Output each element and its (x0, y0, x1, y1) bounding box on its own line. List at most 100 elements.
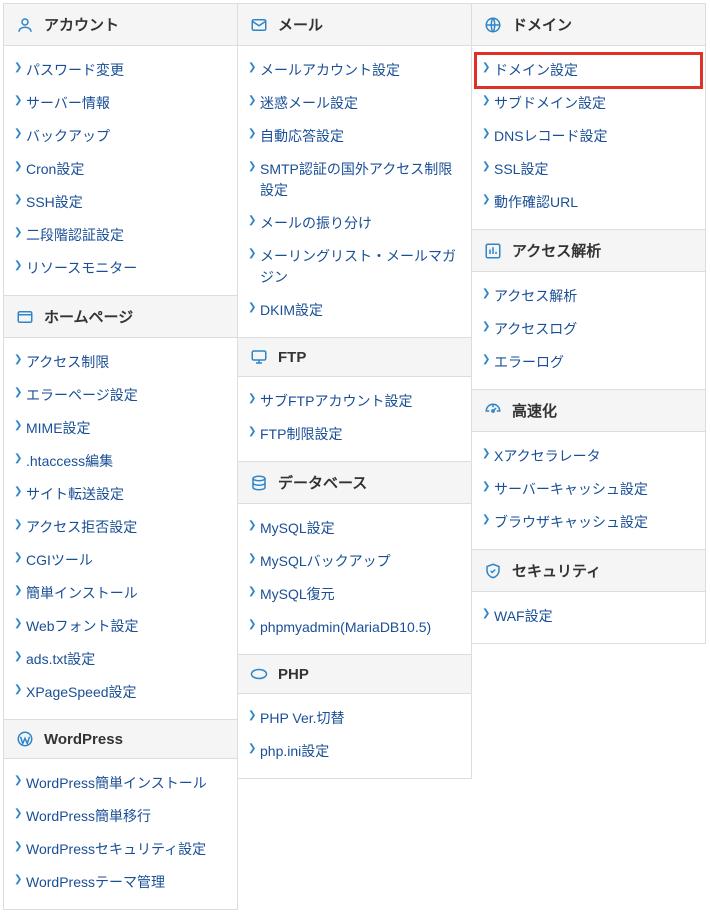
settings-link[interactable]: phpmyadmin(MariaDB10.5) (260, 619, 431, 635)
panel-title: データベース (278, 472, 367, 493)
settings-link[interactable]: XPageSpeed設定 (26, 684, 137, 700)
settings-link[interactable]: PHP Ver.切替 (260, 710, 345, 726)
panel-header-wordpress: WordPress (4, 720, 237, 759)
settings-link[interactable]: SMTP認証の国外アクセス制限設定 (260, 161, 452, 198)
list-item: ❯ WordPressセキュリティ設定 (8, 833, 233, 866)
settings-link[interactable]: DNSレコード設定 (494, 128, 608, 144)
chevron-right-icon: ❯ (14, 96, 22, 106)
settings-link[interactable]: サブドメイン設定 (494, 95, 606, 111)
panel-header-account: アカウント (4, 4, 237, 46)
settings-link[interactable]: 簡単インストール (26, 585, 138, 601)
globe-icon (484, 16, 502, 34)
chevron-right-icon: ❯ (14, 842, 22, 852)
settings-link[interactable]: バックアップ (26, 128, 110, 144)
settings-link[interactable]: WordPressテーマ管理 (26, 874, 165, 890)
panel-body: ❯アクセス制限 ❯ エラーページ設定 ❯ MIME設定 ❯ .htaccess編集 ❯ サイト転… (4, 338, 237, 719)
list-item: ❯ メールアカウント設定 (242, 54, 467, 87)
link-list: ❯アクセス制限 ❯ エラーページ設定 ❯ MIME設定 ❯ .htaccess編集 ❯ サイト転… (8, 346, 233, 709)
settings-link[interactable]: SSH設定 (26, 194, 83, 210)
link-list: ❯Xアクセラレータ❯サーバーキャッシュ設定❯ブラウザキャッシュ設定 (476, 440, 701, 539)
settings-link[interactable]: DKIM設定 (260, 302, 323, 318)
settings-link[interactable]: WAF設定 (494, 608, 553, 624)
panel-title: アカウント (44, 14, 119, 35)
settings-link[interactable]: サーバー情報 (26, 95, 110, 111)
settings-link[interactable]: サイト転送設定 (26, 486, 124, 502)
settings-link[interactable]: ドメイン設定 (494, 62, 578, 78)
panel-body: ❯ メールアカウント設定❯迷惑メール設定 ❯ 自動応答設定 ❯ SMTP認証の国外アクセス… (238, 46, 471, 337)
list-item: ❯Xアクセラレータ (476, 440, 701, 473)
chevron-right-icon: ❯ (14, 553, 22, 563)
settings-link[interactable]: 迷惑メール設定 (260, 95, 358, 111)
mail-icon (250, 16, 268, 34)
settings-link[interactable]: メールの振り分け (260, 215, 372, 231)
settings-link[interactable]: WordPress簡単インストール (26, 775, 207, 791)
list-item: ❯SSH設定 (8, 186, 233, 219)
chevron-right-icon: ❯ (14, 652, 22, 662)
settings-link[interactable]: Xアクセラレータ (494, 448, 601, 464)
chevron-right-icon: ❯ (14, 421, 22, 431)
column: メール ❯ メールアカウント設定 ❯迷惑メール設定 ❯ 自動応答設定 ❯ SMTP認証の国外ア… (238, 4, 472, 910)
settings-link[interactable]: アクセス制限 (26, 354, 109, 370)
list-item: ❯迷惑メール設定 (242, 87, 467, 120)
chevron-right-icon: ❯ (482, 515, 490, 525)
chevron-right-icon: ❯ (248, 63, 256, 73)
settings-link[interactable]: ブラウザキャッシュ設定 (494, 514, 648, 530)
settings-link[interactable]: MySQLバックアップ (260, 553, 391, 569)
settings-link[interactable]: サブFTPアカウント設定 (260, 393, 412, 409)
list-item: ❯アクセス制限 (8, 346, 233, 379)
settings-link[interactable]: パスワード変更 (26, 62, 124, 78)
link-list: ❯MySQL設定❯MySQLバックアップ❯MySQL復元❯phpmyadmin(… (242, 512, 467, 644)
panel-ftp: FTP❯サブFTPアカウント設定❯FTP制限設定 (237, 337, 472, 462)
settings-link[interactable]: アクセス解析 (494, 288, 577, 304)
settings-link[interactable]: エラーログ (494, 354, 564, 370)
settings-link[interactable]: MIME設定 (26, 420, 91, 436)
panel-body: ❯WAF設定 (472, 592, 705, 643)
settings-link[interactable]: CGIツール (26, 552, 93, 568)
list-item: ❯Webフォント設定 (8, 610, 233, 643)
settings-link[interactable]: リソースモニター (26, 260, 137, 276)
list-item: ❯ ads.txt設定 (8, 643, 233, 676)
list-item: ❯XPageSpeed設定 (8, 676, 233, 709)
database-icon (250, 474, 268, 492)
settings-link[interactable]: サーバーキャッシュ設定 (494, 481, 648, 497)
panel-title: メール (278, 14, 323, 35)
chevron-right-icon: ❯ (482, 129, 490, 139)
settings-link[interactable]: WordPress簡単移行 (26, 808, 151, 824)
settings-link[interactable]: アクセスログ (494, 321, 577, 337)
panel-title: ドメイン (512, 14, 572, 35)
list-item: ❯ WordPress簡単移行 (8, 800, 233, 833)
settings-link[interactable]: SSL設定 (494, 161, 548, 177)
panel-body: ❯ WordPress簡単インストール ❯ WordPress簡単移行 ❯WordPre… (4, 759, 237, 909)
settings-link[interactable]: アクセス拒否設定 (26, 519, 137, 535)
link-list: ❯パスワード変更❯サーバー情報❯バックアップ❯Cron設定❯SSH設定❯二段階認… (8, 54, 233, 285)
settings-link[interactable]: ads.txt設定 (26, 651, 95, 667)
settings-link[interactable]: Cron設定 (26, 161, 84, 177)
link-list: ❯サブFTPアカウント設定❯FTP制限設定 (242, 385, 467, 451)
list-item: ❯WordPressテーマ管理 (8, 866, 233, 899)
settings-link[interactable]: メーリングリスト・メールマガジン (260, 248, 456, 285)
settings-link[interactable]: php.ini設定 (260, 743, 329, 759)
settings-link[interactable]: .htaccess編集 (26, 453, 113, 469)
panel-title: ホームページ (44, 306, 133, 327)
list-item: ❯バックアップ (8, 120, 233, 153)
settings-link[interactable]: MySQL復元 (260, 586, 335, 602)
settings-link[interactable]: FTP制限設定 (260, 426, 342, 442)
panel-security: セキュリティ❯WAF設定 (471, 549, 706, 644)
settings-link[interactable]: WordPressセキュリティ設定 (26, 841, 206, 857)
chevron-right-icon: ❯ (248, 216, 256, 226)
settings-link[interactable]: Webフォント設定 (26, 618, 139, 634)
list-item: ❯ MySQL復元 (242, 578, 467, 611)
link-list: ❯ WordPress簡単インストール ❯ WordPress簡単移行 ❯WordPre… (8, 767, 233, 899)
settings-link[interactable]: メールアカウント設定 (260, 62, 400, 78)
panel-header-access: アクセス解析 (472, 230, 705, 272)
list-item: ❯DKIM設定 (242, 294, 467, 327)
chevron-right-icon: ❯ (248, 587, 256, 597)
settings-link[interactable]: エラーページ設定 (26, 387, 138, 403)
chevron-right-icon: ❯ (14, 586, 22, 596)
settings-link[interactable]: 動作確認URL (494, 194, 578, 210)
settings-link[interactable]: 自動応答設定 (260, 128, 344, 144)
list-item: ❯ CGIツール (8, 544, 233, 577)
chevron-right-icon: ❯ (14, 809, 22, 819)
settings-link[interactable]: 二段階認証設定 (26, 227, 124, 243)
settings-link[interactable]: MySQL設定 (260, 520, 335, 536)
